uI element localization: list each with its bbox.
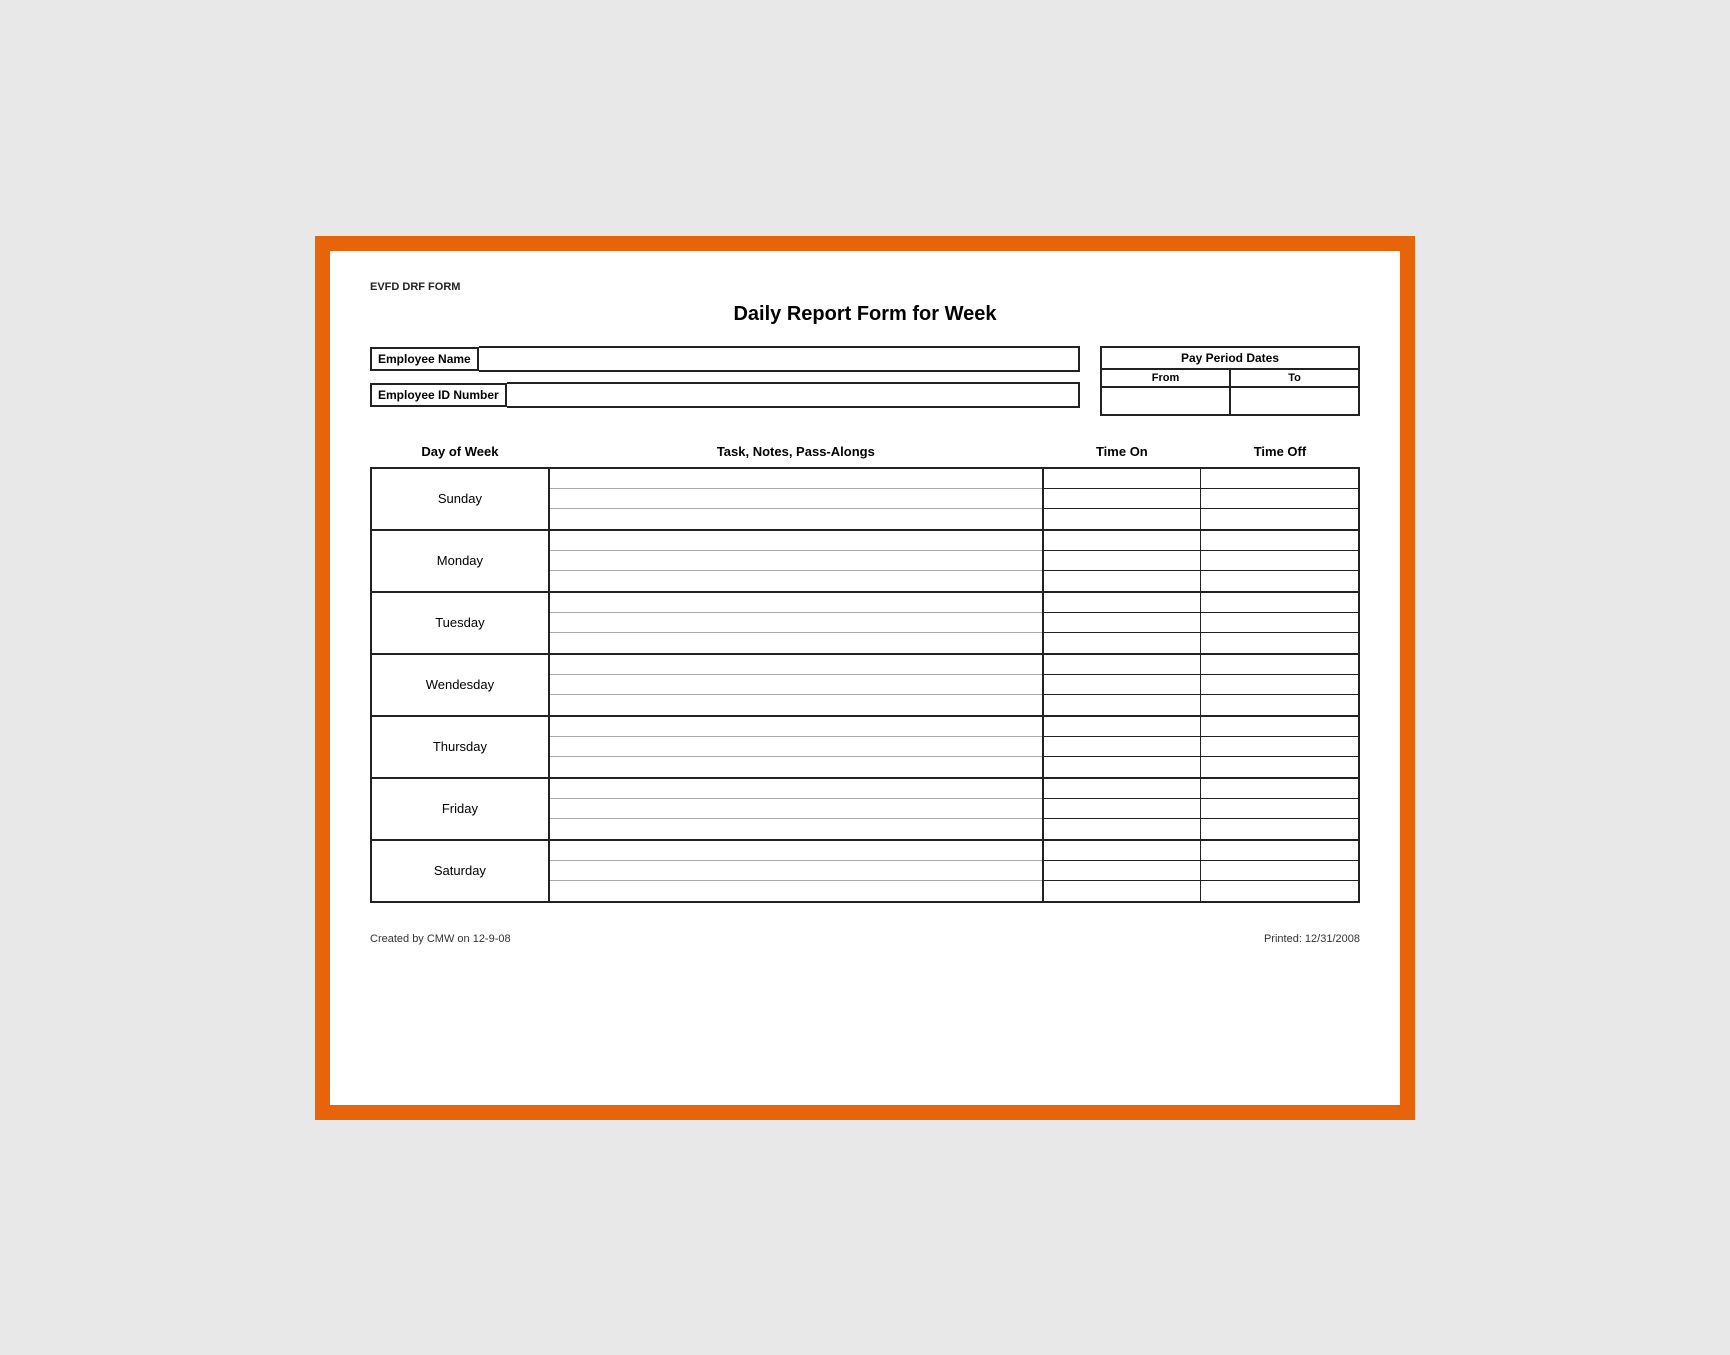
timeon-cell-monday[interactable] — [1043, 530, 1201, 592]
header-tasks: Task, Notes, Pass-Alongs — [549, 436, 1043, 468]
timeon-cell-thursday[interactable] — [1043, 716, 1201, 778]
tasks-cell-thursday[interactable] — [549, 716, 1043, 778]
week-table: Day of Week Task, Notes, Pass-Alongs Tim… — [370, 436, 1360, 903]
timeon-cell-friday[interactable] — [1043, 778, 1201, 840]
day-cell-sunday: Sunday — [371, 468, 549, 530]
timeon-cell-tuesday[interactable] — [1043, 592, 1201, 654]
tasks-cell-wendesday[interactable] — [549, 654, 1043, 716]
timeoff-cell-wendesday[interactable] — [1201, 654, 1359, 716]
inner-border: EVFD DRF FORM Daily Report Form for Week… — [327, 248, 1403, 1108]
timeon-cell-wendesday[interactable] — [1043, 654, 1201, 716]
outer-border: EVFD DRF FORM Daily Report Form for Week… — [315, 236, 1415, 1120]
pay-period-title: Pay Period Dates — [1102, 348, 1358, 370]
tasks-cell-tuesday[interactable] — [549, 592, 1043, 654]
day-cell-wendesday: Wendesday — [371, 654, 549, 716]
tasks-cell-sunday[interactable] — [549, 468, 1043, 530]
tasks-cell-monday[interactable] — [549, 530, 1043, 592]
day-cell-thursday: Thursday — [371, 716, 549, 778]
pay-period-inputs — [1102, 388, 1358, 414]
table-row: Saturday — [371, 840, 1359, 902]
header-timeoff: Time Off — [1201, 436, 1359, 468]
header-day: Day of Week — [371, 436, 549, 468]
timeoff-cell-tuesday[interactable] — [1201, 592, 1359, 654]
table-header-row: Day of Week Task, Notes, Pass-Alongs Tim… — [371, 436, 1359, 468]
footer-right: Printed: 12/31/2008 — [1264, 933, 1360, 945]
table-row: Friday — [371, 778, 1359, 840]
pay-period-section: Pay Period Dates From To — [1100, 346, 1360, 416]
employee-name-label: Employee Name — [370, 347, 479, 371]
employee-name-row: Employee Name — [370, 346, 1080, 372]
timeoff-cell-sunday[interactable] — [1201, 468, 1359, 530]
timeoff-cell-monday[interactable] — [1201, 530, 1359, 592]
footer: Created by CMW on 12-9-08 Printed: 12/31… — [370, 933, 1360, 945]
tasks-cell-friday[interactable] — [549, 778, 1043, 840]
pay-period-labels: From To — [1102, 370, 1358, 388]
pay-period-from-input[interactable] — [1102, 388, 1231, 414]
table-row: Monday — [371, 530, 1359, 592]
employee-id-input[interactable] — [507, 382, 1080, 408]
pay-period-to-label: To — [1231, 370, 1358, 388]
timeoff-cell-friday[interactable] — [1201, 778, 1359, 840]
table-row: Wendesday — [371, 654, 1359, 716]
pay-period-from-label: From — [1102, 370, 1231, 388]
employee-id-label: Employee ID Number — [370, 383, 507, 407]
employee-fields: Employee Name Employee ID Number — [370, 346, 1080, 408]
timeon-cell-saturday[interactable] — [1043, 840, 1201, 902]
day-cell-saturday: Saturday — [371, 840, 549, 902]
watermark-label: EVFD DRF FORM — [370, 281, 1360, 293]
timeoff-cell-saturday[interactable] — [1201, 840, 1359, 902]
footer-left: Created by CMW on 12-9-08 — [370, 933, 511, 945]
employee-id-row: Employee ID Number — [370, 382, 1080, 408]
tasks-cell-saturday[interactable] — [549, 840, 1043, 902]
timeoff-cell-thursday[interactable] — [1201, 716, 1359, 778]
day-cell-friday: Friday — [371, 778, 549, 840]
header-timeon: Time On — [1043, 436, 1201, 468]
pay-period-to-input[interactable] — [1231, 388, 1358, 414]
top-fields: Employee Name Employee ID Number Pay Per… — [370, 346, 1360, 416]
day-cell-tuesday: Tuesday — [371, 592, 549, 654]
timeon-cell-sunday[interactable] — [1043, 468, 1201, 530]
day-cell-monday: Monday — [371, 530, 549, 592]
table-row: Tuesday — [371, 592, 1359, 654]
table-row: Sunday — [371, 468, 1359, 530]
page-title: Daily Report Form for Week — [370, 303, 1360, 326]
employee-name-input[interactable] — [479, 346, 1080, 372]
table-row: Thursday — [371, 716, 1359, 778]
